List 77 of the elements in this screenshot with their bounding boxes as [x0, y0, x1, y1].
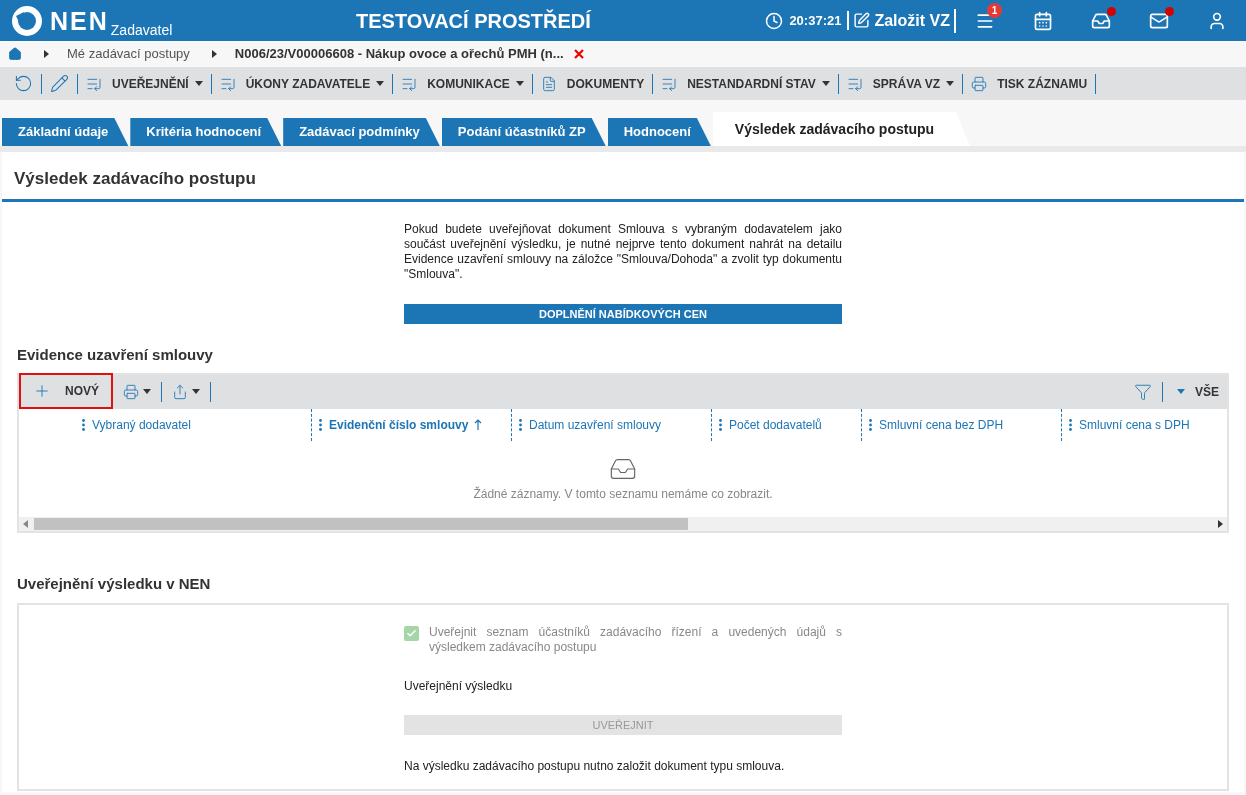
- column-header[interactable]: Vybraný dodavatel: [92, 415, 191, 434]
- scrollbar-thumb[interactable]: [34, 517, 688, 530]
- notification-badge: 1: [987, 3, 1002, 18]
- section-title: Evidence uzavření smlouvy: [17, 345, 214, 365]
- page-title: Výsledek zadávacího postupu: [14, 167, 256, 190]
- close-icon[interactable]: [573, 49, 584, 59]
- edit-icon: [853, 12, 871, 29]
- printer-icon: [971, 75, 988, 92]
- caret-icon: [143, 389, 151, 394]
- column-menu-icon[interactable]: [519, 418, 522, 431]
- clock-time: 20:37:21: [789, 10, 850, 31]
- field-label: Uveřejnění výsledku: [404, 678, 514, 695]
- toolbar-button[interactable]: SPRÁVA VZ: [846, 74, 955, 93]
- sort-arrow-icon: [474, 419, 483, 430]
- new-button[interactable]: NOVÝ: [19, 373, 113, 409]
- column-menu-icon[interactable]: [319, 418, 322, 431]
- breadcrumb-item[interactable]: Mé zadávací postupy: [67, 44, 190, 64]
- scroll-right-icon[interactable]: [1218, 519, 1223, 528]
- supplement-button[interactable]: DOPLNĚNÍ NABÍDKOVÝCH CEN: [404, 304, 842, 324]
- refresh-button[interactable]: [14, 74, 33, 93]
- caret-icon: [376, 81, 385, 86]
- environment-title: TESTOVACÍ PROSTŘEDÍ: [356, 8, 592, 34]
- export-icon[interactable]: [172, 383, 188, 400]
- caret-icon: [192, 389, 200, 394]
- tab[interactable]: Hodnocení: [607, 118, 711, 146]
- chevron-icon: [211, 50, 217, 58]
- logo-subtitle: Zadavatel: [110, 22, 173, 37]
- tab[interactable]: Základní údaje: [2, 118, 129, 146]
- check-icon: [406, 628, 417, 639]
- tab[interactable]: Podání účastníků ZP: [441, 118, 606, 146]
- info-text: Pokud budete uveřejňovat dokument Smlouva s vybraným dodavatelem jako součást uveřejnění výsledku, je nutné nejprve tento dokument nahrát na detailu Evidence uzavření smlouvy na záložce "Smlouva/Dohoda" a zvolit typ dokumentu "Smlouva".: [404, 222, 842, 282]
- clock-icon: [765, 11, 784, 30]
- caret-icon: [946, 81, 955, 86]
- toolbar-button[interactable]: TISK ZÁZNAMU: [971, 74, 1088, 93]
- caret-icon: [821, 81, 830, 86]
- pencil-icon: [50, 74, 69, 93]
- filter-icon[interactable]: [1134, 382, 1152, 401]
- toolbar-button[interactable]: DOKUMENTY: [540, 74, 645, 93]
- document-icon: [540, 75, 557, 92]
- caret-icon: [515, 81, 524, 86]
- section-title: Uveřejnění výsledku v NEN: [17, 573, 212, 594]
- toolbar-button[interactable]: KOMUNIKACE: [401, 74, 524, 93]
- plus-icon: [33, 382, 51, 400]
- breadcrumb-item[interactable]: N006/23/V00006608 - Nákup ovoce a ořechů PMH (n...: [234, 44, 564, 64]
- logo-icon: [10, 3, 44, 38]
- horizontal-scrollbar[interactable]: [19, 516, 1227, 531]
- tab[interactable]: Zadávací podmínky: [283, 118, 440, 146]
- home-icon[interactable]: [8, 47, 22, 61]
- column-menu-icon[interactable]: [869, 418, 872, 431]
- refresh-icon: [14, 74, 33, 93]
- calendar-icon: [1033, 10, 1053, 31]
- logo-text: NEN: [50, 8, 109, 34]
- pencil-button[interactable]: [50, 74, 69, 93]
- printer-icon[interactable]: [123, 383, 139, 400]
- column-header[interactable]: Evidenční číslo smlouvy: [329, 415, 469, 434]
- chevron-icon: [44, 50, 49, 58]
- tab[interactable]: Kritéria hodnocení: [130, 118, 282, 146]
- create-button[interactable]: Založit VZ: [849, 8, 956, 33]
- scroll-left-icon[interactable]: [23, 519, 28, 528]
- caret-icon: [194, 81, 203, 86]
- column-header[interactable]: Počet dodavatelů: [729, 415, 822, 434]
- view-filter-dropdown[interactable]: VŠE: [1177, 382, 1219, 401]
- column-header[interactable]: Smluvní cena bez DPH: [879, 415, 1004, 434]
- checkbox-label: Uveřejnit seznam účastníků zadávacího řízení a uvedených údajů s výsledkem zadávacího postupu: [429, 625, 842, 655]
- tab[interactable]: Výsledek zadávacího postupu: [712, 112, 971, 146]
- toolbar-button[interactable]: UVEŘEJNĚNÍ: [86, 74, 203, 93]
- note-text: Na výsledku zadávacího postupu nutno založit dokument typu smlouva.: [404, 758, 786, 775]
- column-menu-icon[interactable]: [1069, 418, 1072, 431]
- menu-button[interactable]: 1: [956, 0, 1014, 41]
- column-header[interactable]: Datum uzavření smlouvy: [529, 415, 662, 434]
- column-menu-icon[interactable]: [82, 418, 85, 431]
- toolbar-button[interactable]: ÚKONY ZADAVATELE: [219, 74, 385, 93]
- column-header[interactable]: Smluvní cena s DPH: [1079, 415, 1190, 434]
- empty-message: Žádné záznamy. V tomto seznamu nemáme co zobrazit.: [473, 485, 773, 503]
- column-menu-icon[interactable]: [719, 418, 722, 431]
- user-icon: [1207, 10, 1227, 31]
- toolbar-button[interactable]: NESTANDARDNÍ STAV: [661, 74, 830, 93]
